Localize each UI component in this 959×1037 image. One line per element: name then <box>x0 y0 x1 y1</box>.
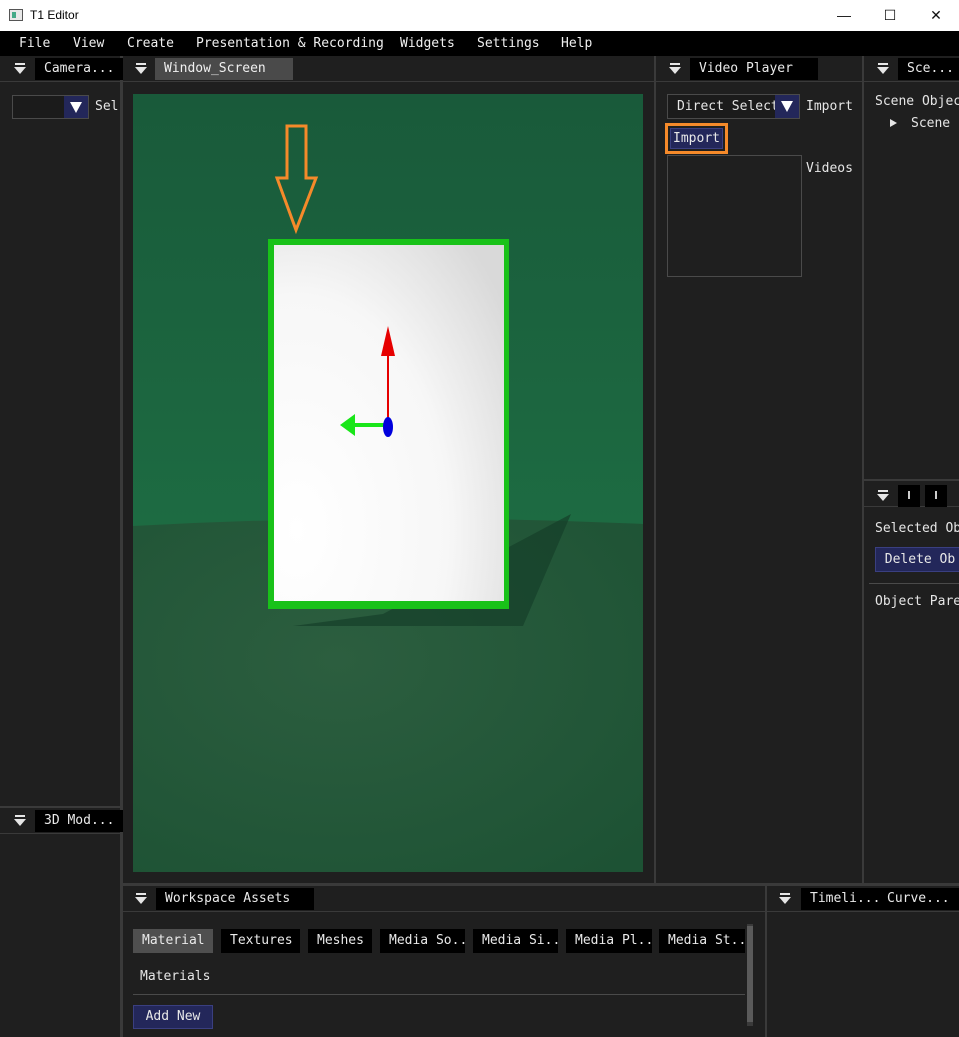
video-player-panel: Video Player Direct Select Import Import… <box>656 56 862 883</box>
camera-panel: Camera... Sel <box>0 56 127 806</box>
asset-tab-material[interactable]: Material <box>133 929 213 953</box>
dock-menu-icon[interactable] <box>876 489 890 503</box>
dock-menu-icon[interactable] <box>134 62 148 76</box>
dock-menu-icon[interactable] <box>13 62 27 76</box>
menu-view[interactable]: View <box>73 36 104 51</box>
camera-select-combo[interactable] <box>12 95 89 119</box>
viewport-canvas[interactable] <box>133 94 643 872</box>
dock-menu-icon[interactable] <box>134 892 148 906</box>
tab-3d-models[interactable]: 3D Mod... <box>35 810 127 832</box>
timeline-tabbar: Timeli... Curve... <box>767 886 959 912</box>
asset-tab-media-sinks[interactable]: Media Si... <box>473 929 558 953</box>
tab-video-player[interactable]: Video Player <box>690 58 818 80</box>
asset-tab-meshes[interactable]: Meshes <box>308 929 372 953</box>
tab-workspace-assets[interactable]: Workspace Assets <box>156 888 314 910</box>
camera-select-label: Sel <box>95 99 119 114</box>
dock-menu-icon[interactable] <box>13 814 27 828</box>
timeline-panel: Timeli... Curve... <box>767 886 959 1037</box>
tree-expand-icon[interactable] <box>890 119 897 127</box>
video-source-value: Direct Select <box>677 99 779 114</box>
close-button[interactable]: ✕ <box>913 0 959 31</box>
menu-file[interactable]: File <box>19 36 50 51</box>
tab-properties-2[interactable] <box>925 485 947 507</box>
menu-presentation-recording[interactable]: Presentation & Recording <box>196 36 384 51</box>
menu-create[interactable]: Create <box>127 36 174 51</box>
menu-bar: File View Create Presentation & Recordin… <box>0 31 959 56</box>
videos-listbox[interactable] <box>667 155 802 277</box>
camera-panel-tabbar: Camera... <box>0 56 127 82</box>
video-source-combo[interactable]: Direct Select <box>667 94 800 119</box>
object-parent-label: Object Pare <box>875 594 959 609</box>
tab-timeline[interactable]: Timeli... <box>801 888 889 910</box>
menu-widgets[interactable]: Widgets <box>400 36 455 51</box>
asset-tab-media-sources[interactable]: Media So... <box>380 929 465 953</box>
app-icon <box>9 9 23 21</box>
menu-settings[interactable]: Settings <box>477 36 540 51</box>
import-button[interactable]: Import <box>670 128 723 149</box>
tab-scene[interactable]: Sce... <box>898 58 959 80</box>
video-source-label: Import <box>806 99 853 114</box>
asset-tab-media-streams[interactable]: Media St... <box>659 929 745 953</box>
delete-object-button[interactable]: Delete Ob <box>875 547 959 572</box>
assets-separator <box>133 994 745 995</box>
scene-tree-item[interactable]: Scene <box>911 116 950 131</box>
selected-object-label: Selected Ob <box>875 521 959 536</box>
minimize-button[interactable]: — <box>821 0 867 31</box>
properties-panel: Selected Ob Delete Ob Object Pare <box>864 481 959 883</box>
materials-label: Materials <box>140 969 211 984</box>
dock-menu-icon[interactable] <box>876 62 890 76</box>
menu-help[interactable]: Help <box>561 36 592 51</box>
dock-menu-icon[interactable] <box>778 892 792 906</box>
chevron-down-icon <box>64 96 88 118</box>
gizmo-center-handle[interactable] <box>383 417 393 437</box>
add-new-material-button[interactable]: Add New <box>133 1005 213 1029</box>
scene-objects-label: Scene Objec <box>875 94 959 109</box>
viewport-tabbar: Window_Screen <box>123 56 654 82</box>
tab-window-screen[interactable]: Window_Screen <box>155 58 293 80</box>
videos-label: Videos <box>806 161 853 176</box>
assets-tabbar: Workspace Assets <box>123 886 765 912</box>
3d-models-panel: 3D Mod... <box>0 808 127 1037</box>
maximize-button[interactable]: ☐ <box>867 0 913 31</box>
dock-menu-icon[interactable] <box>668 62 682 76</box>
tab-camera[interactable]: Camera... <box>35 58 127 80</box>
tab-curve[interactable]: Curve... <box>878 888 959 910</box>
tab-properties-1[interactable] <box>898 485 920 507</box>
separator <box>869 583 959 584</box>
window-title: T1 Editor <box>30 8 79 22</box>
workspace-assets-panel: Workspace Assets <box>123 886 765 1037</box>
properties-tabbar <box>864 481 959 507</box>
assets-scrollbar-thumb[interactable] <box>747 926 753 1022</box>
asset-tab-textures[interactable]: Textures <box>221 929 300 953</box>
scene-tabbar: Sce... <box>864 56 959 82</box>
chevron-down-icon <box>775 95 799 118</box>
asset-tab-media-players[interactable]: Media Pl... <box>566 929 652 953</box>
3d-models-tabbar: 3D Mod... <box>0 808 127 834</box>
scene-panel: Sce... Scene Objec Scene <box>864 56 959 479</box>
viewport-panel: Window_Screen <box>123 56 654 883</box>
video-player-tabbar: Video Player <box>656 56 862 82</box>
title-bar: T1 Editor — ☐ ✕ <box>0 0 959 31</box>
